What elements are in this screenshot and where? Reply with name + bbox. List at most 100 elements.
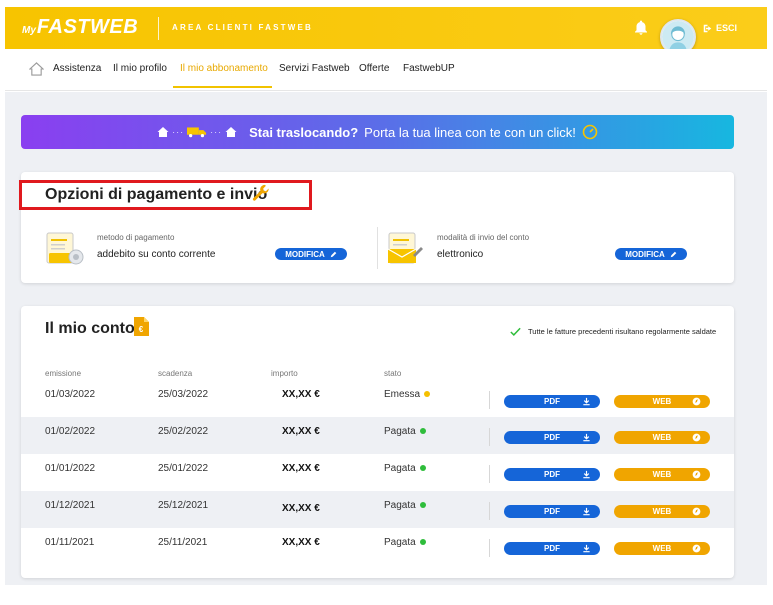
pdf-button[interactable]: PDF	[504, 431, 600, 444]
pdf-label: PDF	[544, 470, 560, 479]
pdf-label: PDF	[544, 397, 560, 406]
web-button[interactable]: WEB	[614, 542, 710, 555]
payments-status-text: Tutte le fatture precedenti risultano re…	[528, 327, 717, 336]
edit-delivery-method-button[interactable]: MODIFICA	[615, 248, 687, 260]
edit-label: MODIFICA	[625, 249, 665, 259]
web-label: WEB	[652, 544, 672, 553]
nav-item-fastwebup[interactable]: FastwebUP	[403, 63, 455, 74]
moving-illustration: ··· ···	[157, 126, 237, 138]
area-title: AREA CLIENTI FASTWEB	[172, 23, 314, 32]
pdf-label: PDF	[544, 544, 560, 553]
issue-date: 01/02/2022	[45, 426, 96, 437]
issue-date: 01/03/2022	[45, 389, 96, 400]
web-label: WEB	[652, 507, 672, 516]
logo-separator	[158, 17, 159, 40]
row-divider	[489, 502, 490, 520]
compass-icon	[692, 397, 701, 406]
amount: XX,XX €	[282, 389, 320, 400]
status-dot	[419, 502, 426, 509]
moving-banner[interactable]: ··· ··· Stai traslocando? Porta la tua l…	[21, 115, 734, 149]
pdf-label: PDF	[544, 433, 560, 442]
column-header-importo: importo	[271, 369, 298, 378]
web-label: WEB	[652, 470, 672, 479]
truck-icon	[187, 127, 207, 138]
edit-label: MODIFICA	[285, 249, 325, 259]
row-divider	[489, 465, 490, 483]
nav-item-servizi[interactable]: Servizi Fastweb	[279, 63, 350, 74]
download-icon	[583, 507, 590, 516]
status-dot	[419, 539, 426, 546]
status-dot	[419, 465, 426, 472]
pdf-button[interactable]: PDF	[504, 395, 600, 408]
pencil-icon	[670, 251, 677, 257]
due-date: 25/03/2022	[158, 389, 209, 400]
web-button[interactable]: WEB	[614, 468, 710, 481]
account-title: Il mio conto	[45, 320, 135, 337]
amount: XX,XX €	[282, 503, 320, 514]
nav-item-abbonamento[interactable]: Il mio abbonamento	[180, 63, 268, 74]
web-label: WEB	[652, 397, 672, 406]
nav-item-profilo[interactable]: Il mio profilo	[113, 63, 167, 74]
status: Emessa	[384, 389, 431, 400]
due-date: 25/02/2022	[158, 426, 209, 437]
pdf-label: PDF	[544, 507, 560, 516]
status-text: Pagata	[384, 463, 416, 474]
home-icon	[225, 127, 237, 137]
status: Pagata	[384, 537, 426, 548]
banner-text: Porta la tua linea con te con un click!	[364, 124, 576, 140]
home-icon	[157, 127, 169, 137]
nav-item-assistenza[interactable]: Assistenza	[53, 63, 101, 74]
banner-bold-text: Stai traslocando?	[249, 124, 359, 140]
edit-payment-method-button[interactable]: MODIFICA	[275, 248, 347, 260]
amount: XX,XX €	[282, 463, 320, 474]
download-icon	[583, 544, 590, 553]
compass-icon	[692, 544, 701, 553]
compass-icon	[692, 507, 701, 516]
pdf-button[interactable]: PDF	[504, 505, 600, 518]
logo-brand: FASTWEB	[36, 16, 139, 38]
nav-active-underline	[173, 86, 272, 88]
column-header-emissione: emissione	[45, 369, 82, 378]
delivery-method-value: elettronico	[437, 249, 484, 260]
download-icon	[583, 433, 590, 442]
payment-method-illustration	[46, 232, 84, 265]
myfastweb-logo[interactable]: My FASTWEB	[22, 16, 138, 40]
download-icon	[583, 397, 590, 406]
payment-method-label: metodo di pagamento	[97, 233, 175, 242]
status: Pagata	[384, 500, 426, 511]
status: Pagata	[384, 463, 426, 474]
bill-euro-icon: €	[134, 317, 149, 336]
payment-options-title: Opzioni di pagamento e invio	[45, 186, 268, 203]
pdf-button[interactable]: PDF	[504, 542, 600, 555]
nav-item-offerte[interactable]: Offerte	[359, 63, 389, 74]
status-text: Pagata	[384, 500, 416, 511]
payments-status-note: Tutte le fatture precedenti risultano re…	[509, 325, 716, 338]
svg-text:€: €	[139, 325, 144, 334]
compass-icon	[692, 470, 701, 479]
web-button[interactable]: WEB	[614, 431, 710, 444]
status-text: Emessa	[384, 389, 421, 400]
home-icon[interactable]	[29, 62, 44, 76]
column-header-stato: stato	[384, 369, 402, 378]
amount: XX,XX €	[282, 537, 320, 548]
pdf-button[interactable]: PDF	[504, 468, 600, 481]
amount: XX,XX €	[282, 426, 320, 437]
wrench-icon	[252, 184, 269, 201]
compass-icon	[692, 433, 701, 442]
status-dot	[424, 391, 431, 398]
payment-divider	[377, 227, 378, 269]
main-nav: Assistenza Il mio profilo Il mio abbonam…	[5, 49, 767, 91]
web-button[interactable]: WEB	[614, 505, 710, 518]
bell-icon[interactable]	[632, 19, 650, 37]
status-dot	[419, 428, 426, 435]
status: Pagata	[384, 426, 426, 437]
web-button[interactable]: WEB	[614, 395, 710, 408]
delivery-method-illustration	[387, 232, 423, 264]
logo-my: My	[22, 25, 36, 36]
logout-button[interactable]: ESCI	[703, 23, 737, 33]
pencil-icon	[330, 251, 337, 257]
logout-label: ESCI	[716, 23, 738, 33]
status-text: Pagata	[384, 426, 416, 437]
delivery-method-label: modalità di invio del conto	[437, 233, 530, 242]
due-date: 25/01/2022	[158, 463, 209, 474]
